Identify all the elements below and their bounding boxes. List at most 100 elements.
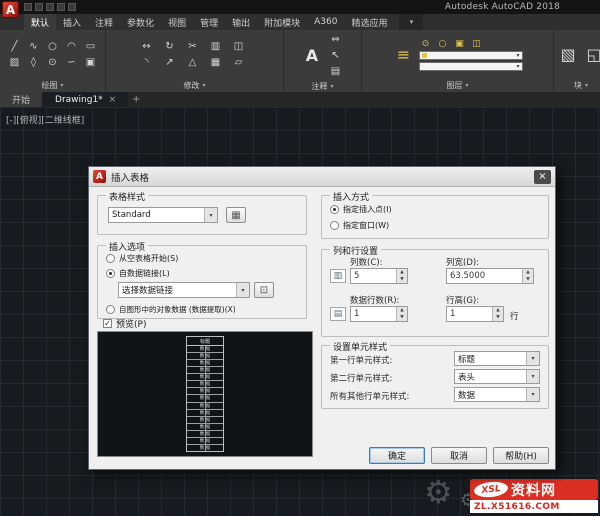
launch-table-style-button[interactable]: ▦ (226, 207, 246, 223)
polyline-icon[interactable]: ∿ (25, 39, 42, 54)
layer-match-icon[interactable]: ◫ (470, 38, 484, 49)
fillet-icon[interactable]: ◝ (138, 55, 155, 70)
checkbox-checked-icon[interactable]: ✓ (103, 319, 112, 328)
ribbon-tab-insert[interactable]: 插入 (56, 14, 88, 30)
dialog-close-button[interactable]: × (534, 169, 551, 184)
open-icon[interactable] (24, 3, 32, 11)
hatch-icon[interactable]: ▨ (6, 55, 23, 70)
radio-icon[interactable] (330, 205, 339, 214)
redo-icon[interactable] (68, 3, 76, 11)
panel-label-draw[interactable]: 绘图 ▾ (0, 79, 105, 92)
option-empty-table[interactable]: 从空表格开始(S) (106, 253, 178, 264)
launch-data-link-button[interactable]: ⊡ (254, 282, 274, 298)
erase-icon[interactable]: ▱ (230, 55, 247, 70)
viewport-controls-label[interactable]: [-][俯视][二维线框] (6, 113, 84, 126)
layer-freeze-icon[interactable]: ○ (436, 38, 450, 49)
radio-icon[interactable] (106, 254, 115, 263)
layer-lock-icon[interactable]: ▣ (453, 38, 467, 49)
ribbon-tab-parametric[interactable]: 参数化 (120, 14, 161, 30)
spin-down-icon[interactable]: ▼ (493, 314, 503, 321)
table-icon[interactable]: ▤ (327, 64, 344, 79)
first-row-style-select[interactable]: 标题 ▾ (454, 351, 540, 366)
save-icon[interactable] (35, 3, 43, 11)
line-icon[interactable]: ╱ (6, 39, 23, 54)
circle-icon[interactable]: ○ (44, 39, 61, 54)
ribbon-tab-a360[interactable]: A360 (307, 14, 344, 30)
arc-icon[interactable]: ◠ (63, 39, 80, 54)
region-icon[interactable]: ▣ (82, 55, 99, 70)
dimension-icon[interactable]: ⇔ (327, 32, 344, 47)
columns-spinner[interactable]: 5 ▲ ▼ (350, 268, 408, 284)
ribbon-tab-featured-apps[interactable]: 精选应用 (344, 14, 394, 30)
ok-button[interactable]: 确定 (369, 447, 425, 464)
spline-icon[interactable]: ∽ (63, 55, 80, 70)
spinner-arrows[interactable]: ▲ ▼ (492, 307, 503, 321)
ribbon-tab-view[interactable]: 视图 (161, 14, 193, 30)
text-icon[interactable]: A (301, 39, 323, 73)
spin-up-icon[interactable]: ▲ (523, 269, 533, 276)
layer-on-icon[interactable]: ⊙ (419, 38, 433, 49)
column-width-spinner[interactable]: 63.5000 ▲ ▼ (446, 268, 534, 284)
print-icon[interactable] (46, 3, 54, 11)
data-link-select[interactable]: 选择数据链接 ▾ (118, 282, 250, 298)
ellipse-icon[interactable]: ◊ (25, 55, 42, 70)
option-from-object-data[interactable]: 自图形中的对象数据 (数据提取)(X) (106, 304, 236, 315)
spinner-arrows[interactable]: ▲ ▼ (396, 307, 407, 321)
chevron-down-icon[interactable]: ▾ (526, 388, 539, 401)
copy-icon[interactable]: ▥ (207, 39, 224, 54)
trim-icon[interactable]: ✂ (184, 39, 201, 54)
spin-up-icon[interactable]: ▲ (397, 269, 407, 276)
spin-up-icon[interactable]: ▲ (493, 307, 503, 314)
option-insertion-point[interactable]: 指定插入点(I) (330, 204, 392, 215)
preview-checkbox-row[interactable]: ✓ 预览(P) (103, 317, 146, 330)
rotate-icon[interactable]: ↻ (161, 39, 178, 54)
rectangle-icon[interactable]: ▭ (82, 39, 99, 54)
radio-icon[interactable] (106, 305, 115, 314)
cancel-button[interactable]: 取消 (431, 447, 487, 464)
help-button[interactable]: 帮助(H) (493, 447, 549, 464)
second-row-style-select[interactable]: 表头 ▾ (454, 369, 540, 384)
file-tab-drawing1[interactable]: Drawing1* × (43, 92, 129, 107)
layer-state-dropdown[interactable]: ▾ (418, 62, 523, 71)
scale-icon[interactable]: △ (184, 55, 201, 70)
panel-label-layers[interactable]: 图层 ▾ (362, 79, 553, 92)
chevron-down-icon[interactable]: ▾ (236, 283, 249, 297)
spin-up-icon[interactable]: ▲ (397, 307, 407, 314)
autocad-logo-icon[interactable]: A (2, 1, 19, 18)
dialog-title-bar[interactable]: A 插入表格 × (89, 167, 555, 187)
undo-icon[interactable] (57, 3, 65, 11)
ribbon-tab-output[interactable]: 输出 (225, 14, 257, 30)
chevron-down-icon[interactable]: ▾ (526, 352, 539, 365)
option-specify-window[interactable]: 指定窗口(W) (330, 220, 389, 231)
ribbon-tab-manage[interactable]: 管理 (193, 14, 225, 30)
spin-down-icon[interactable]: ▼ (397, 276, 407, 283)
close-icon[interactable]: × (109, 95, 117, 105)
spinner-arrows[interactable]: ▲ ▼ (522, 269, 533, 283)
data-rows-spinner[interactable]: 1 ▲ ▼ (350, 306, 408, 322)
layer-select-dropdown[interactable]: ▾ (418, 51, 523, 60)
panel-label-modify[interactable]: 修改 ▾ (106, 79, 283, 92)
ribbon-collapse-button[interactable]: ▾ (399, 14, 424, 30)
option-from-data-link[interactable]: 自数据链接(L) (106, 268, 170, 279)
ribbon-tab-addins[interactable]: 附加模块 (257, 14, 307, 30)
spin-down-icon[interactable]: ▼ (397, 314, 407, 321)
leader-icon[interactable]: ↖ (327, 48, 344, 63)
move-icon[interactable]: ↔ (138, 39, 155, 54)
mirror-icon[interactable]: ◫ (230, 39, 247, 54)
new-drawing-plus-icon[interactable]: + (128, 92, 144, 107)
chevron-down-icon[interactable]: ▾ (204, 208, 217, 222)
panel-label-annotate[interactable]: 注释 ▾ (284, 81, 361, 92)
ribbon-tab-home[interactable]: 默认 (24, 14, 57, 30)
create-block-icon[interactable]: ◱ (583, 38, 600, 72)
row-height-spinner[interactable]: 1 ▲ ▼ (446, 306, 504, 322)
file-tab-start[interactable]: 开始 (0, 92, 44, 107)
spin-down-icon[interactable]: ▼ (523, 276, 533, 283)
ribbon-tab-annotate[interactable]: 注释 (88, 14, 120, 30)
layer-properties-icon[interactable]: ≡ (393, 38, 415, 72)
stretch-icon[interactable]: ↗ (161, 55, 178, 70)
spinner-arrows[interactable]: ▲ ▼ (396, 269, 407, 283)
panel-label-block[interactable]: 块 ▾ (554, 79, 600, 92)
radio-icon[interactable] (106, 269, 115, 278)
chevron-down-icon[interactable]: ▾ (526, 370, 539, 383)
array-icon[interactable]: ▦ (207, 55, 224, 70)
